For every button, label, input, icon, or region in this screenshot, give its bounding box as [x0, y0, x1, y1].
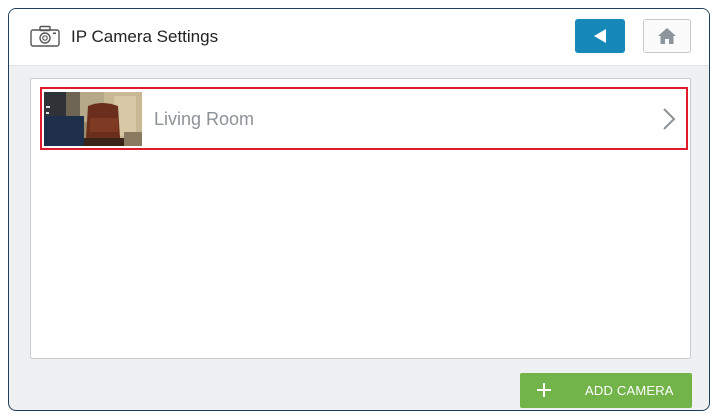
back-arrow-icon	[594, 29, 606, 43]
home-icon	[658, 28, 676, 44]
header-bar: IP Camera Settings	[9, 9, 709, 66]
camera-name: Living Room	[154, 109, 255, 129]
camera-thumbnail	[44, 92, 142, 146]
living-room-camera-thumbnail	[44, 92, 142, 146]
camera-list-item[interactable]: Living Room	[40, 87, 688, 150]
home-button[interactable]	[643, 19, 691, 53]
chevron-right-icon	[663, 108, 676, 130]
page-title: IP Camera Settings	[71, 27, 219, 46]
plus-icon	[537, 383, 551, 397]
add-camera-button[interactable]: ADD CAMERA	[520, 373, 692, 408]
app-window: IP Camera Settings Living Room ADD CAMER…	[8, 8, 710, 411]
add-camera-label: ADD CAMERA	[585, 383, 674, 398]
back-button[interactable]	[575, 19, 625, 53]
camera-icon	[30, 25, 60, 47]
camera-list: Living Room	[30, 78, 691, 359]
